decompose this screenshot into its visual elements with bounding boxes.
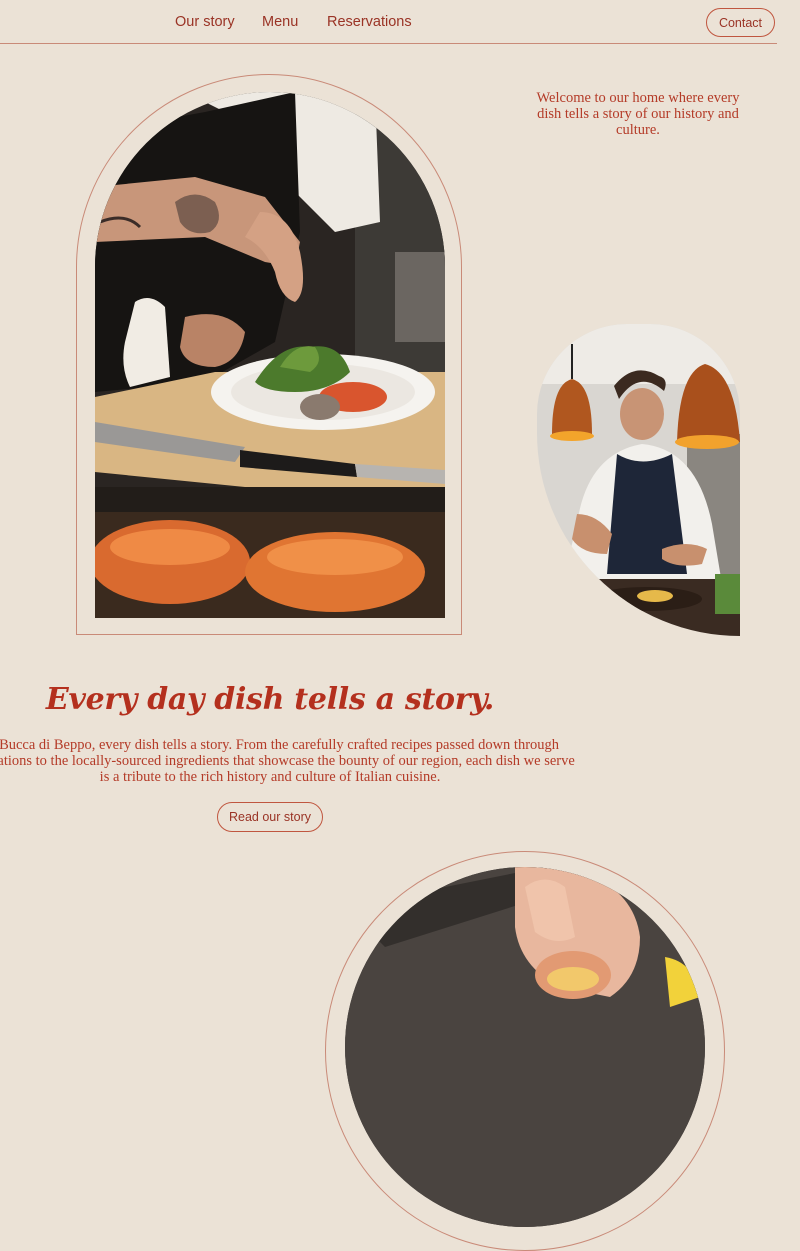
nav-link-reservations[interactable]: Reservations [327, 14, 412, 30]
nav-link-menu[interactable]: Menu [262, 14, 298, 30]
nav-link-our-story[interactable]: Our story [175, 14, 235, 30]
read-our-story-button[interactable]: Read our story [217, 802, 323, 832]
contact-button[interactable]: Contact [706, 8, 775, 37]
story-body: At Bucca di Beppo, every dish tells a st… [0, 737, 575, 785]
chef-plating-photo [95, 92, 445, 618]
egg-cracking-photo [345, 867, 705, 1227]
story-headline: Every day dish tells a story. [45, 682, 495, 717]
top-nav: Our story Menu Reservations [0, 0, 777, 44]
intro-text: Welcome to our home where every dish tel… [536, 90, 740, 138]
chef-kitchen-photo [537, 324, 740, 636]
